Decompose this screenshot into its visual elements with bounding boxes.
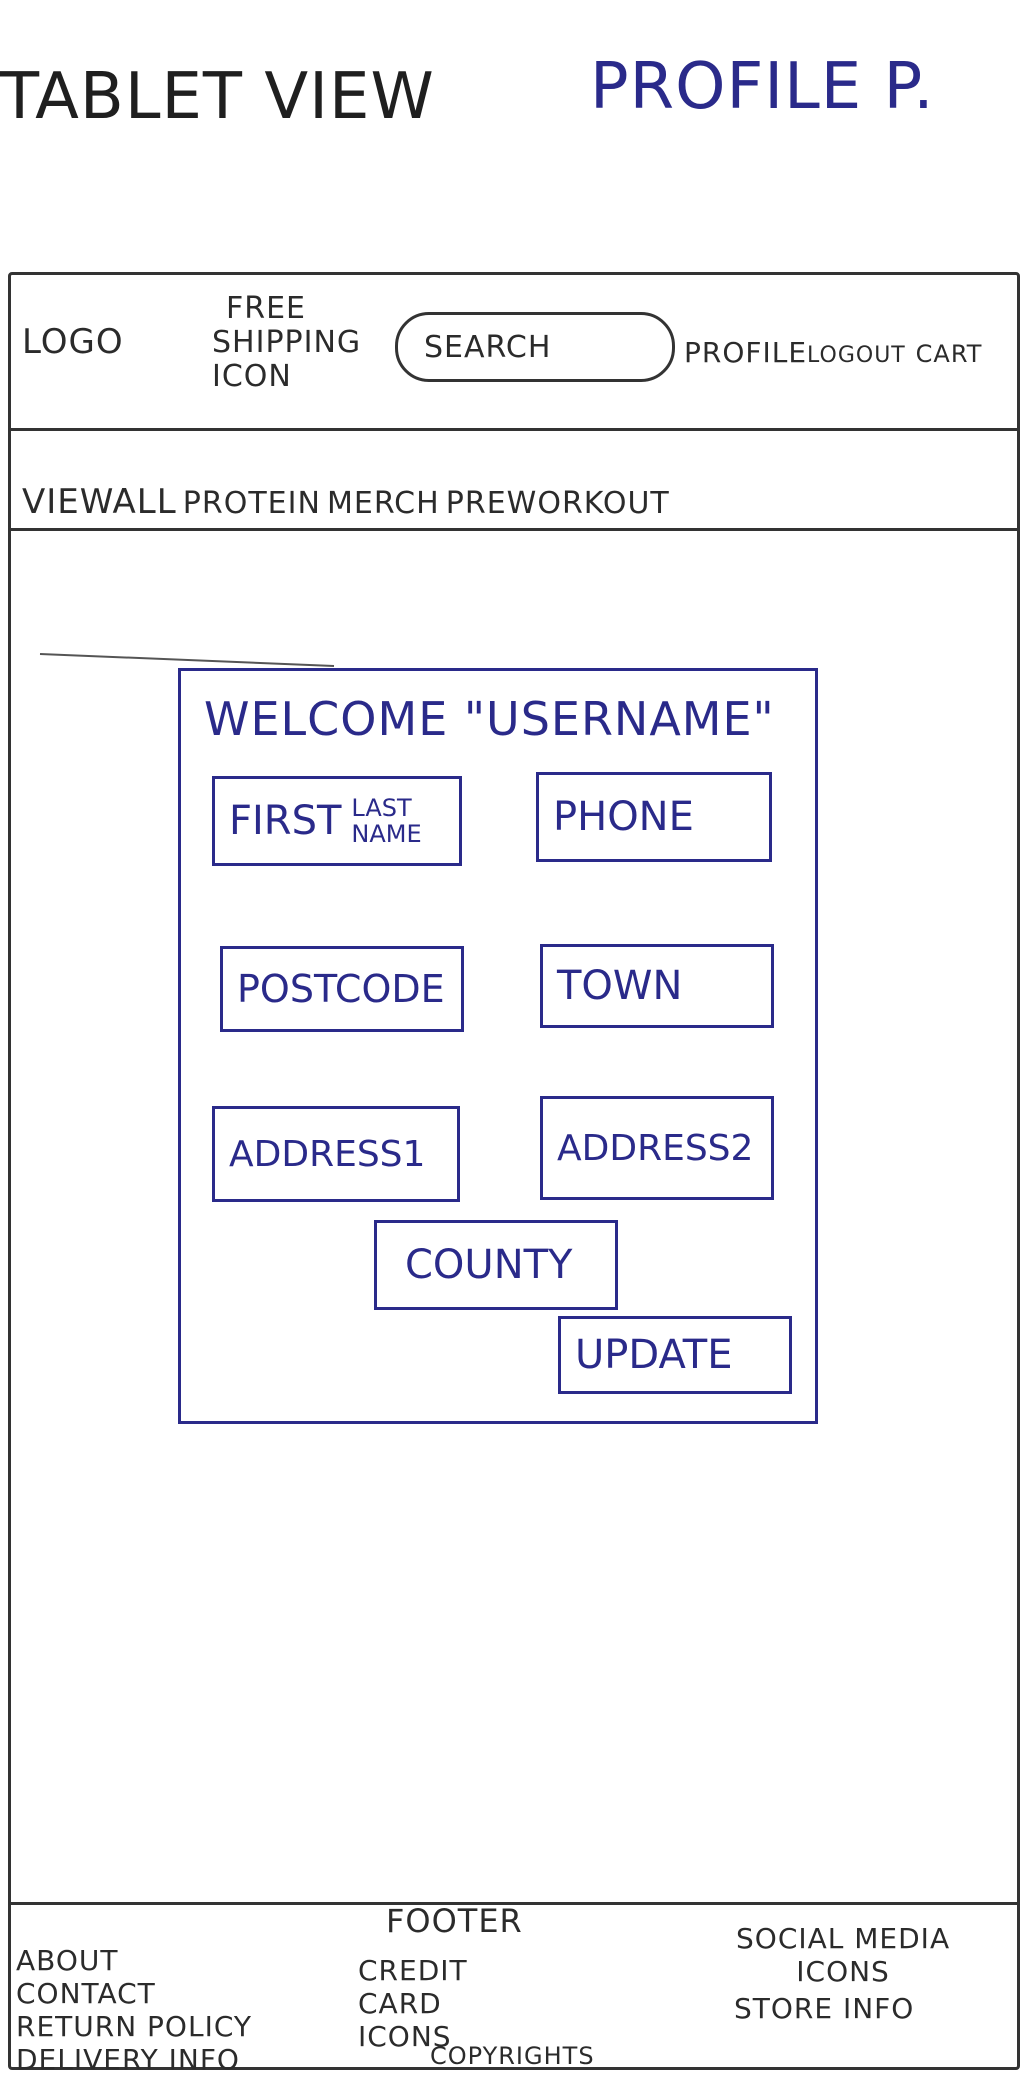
name-field[interactable]: FIRST LAST NAME bbox=[212, 776, 462, 866]
logo[interactable]: LOGO bbox=[22, 322, 124, 362]
free-shipping-line1: FREE bbox=[226, 291, 307, 326]
header-user-links: PROFILELOGOUT CART bbox=[684, 336, 982, 369]
nav-bar: VIEWALL PROTEIN MERCH PREWORKOUT bbox=[22, 482, 670, 522]
profile-link[interactable]: PROFILE bbox=[684, 336, 807, 369]
nav-item-viewall[interactable]: VIEWALL bbox=[22, 482, 177, 522]
page-title-part1: TABLET VIEW bbox=[0, 60, 435, 134]
address1-field[interactable]: ADDRESS1 bbox=[212, 1106, 460, 1202]
phone-label: PHONE bbox=[553, 794, 694, 840]
footer-title: FOOTER bbox=[386, 1902, 523, 1940]
footer-return-policy[interactable]: RETURN POLICY bbox=[16, 2010, 252, 2043]
footer-store-info[interactable]: STORE INFO bbox=[734, 1992, 914, 2025]
nav-item-merch[interactable]: MERCH bbox=[327, 486, 440, 521]
county-field[interactable]: COUNTY bbox=[374, 1220, 618, 1310]
footer-about[interactable]: ABOUT bbox=[16, 1944, 252, 1977]
logout-link[interactable]: LOGOUT bbox=[807, 343, 906, 368]
header-divider bbox=[8, 428, 1020, 431]
social-media-line2: ICONS bbox=[796, 1955, 890, 1988]
address1-label: ADDRESS1 bbox=[229, 1133, 426, 1175]
address2-field[interactable]: ADDRESS2 bbox=[540, 1096, 774, 1200]
search-label: SEARCH bbox=[424, 329, 552, 365]
last-name-label-line1: LAST bbox=[351, 794, 412, 822]
footer-copyrights: COPYRIGHTS bbox=[430, 2042, 595, 2070]
postcode-label: POSTCODE bbox=[237, 967, 445, 1011]
footer-delivery-info[interactable]: DELIVERY INFO bbox=[16, 2043, 252, 2076]
nav-item-protein[interactable]: PROTEIN bbox=[183, 486, 321, 521]
last-name-label-line2: NAME bbox=[351, 820, 422, 848]
nav-divider bbox=[8, 528, 1020, 531]
phone-field[interactable]: PHONE bbox=[536, 772, 772, 862]
social-media-line1: SOCIAL MEDIA bbox=[736, 1922, 951, 1955]
town-field[interactable]: TOWN bbox=[540, 944, 774, 1028]
free-shipping-line3: ICON bbox=[212, 359, 292, 394]
free-shipping-icon: FREE SHIPPING ICON bbox=[212, 292, 361, 394]
page-title-part2: PROFILE P. bbox=[590, 50, 935, 124]
first-name-label: FIRST bbox=[229, 798, 342, 844]
address2-label: ADDRESS2 bbox=[557, 1127, 754, 1169]
free-shipping-line2: SHIPPING bbox=[212, 325, 362, 360]
cart-link[interactable]: CART bbox=[916, 340, 983, 368]
nav-item-preworkout[interactable]: PREWORKOUT bbox=[446, 486, 670, 521]
footer-contact[interactable]: CONTACT bbox=[16, 1977, 252, 2010]
credit-card-line2: CARD bbox=[358, 1987, 442, 2020]
update-label: UPDATE bbox=[575, 1332, 733, 1378]
county-label: COUNTY bbox=[405, 1242, 573, 1288]
social-media-icons: SOCIAL MEDIA ICONS bbox=[736, 1922, 950, 1988]
credit-card-icons: CREDIT CARD ICONS bbox=[358, 1954, 468, 2053]
postcode-field[interactable]: POSTCODE bbox=[220, 946, 464, 1032]
update-button[interactable]: UPDATE bbox=[558, 1316, 792, 1394]
welcome-heading: WELCOME "USERNAME" bbox=[204, 692, 775, 746]
town-label: TOWN bbox=[557, 963, 683, 1009]
search-input[interactable]: SEARCH bbox=[395, 312, 675, 382]
credit-card-line1: CREDIT bbox=[358, 1954, 468, 1987]
footer-links: ABOUT CONTACT RETURN POLICY DELIVERY INF… bbox=[16, 1944, 252, 2076]
